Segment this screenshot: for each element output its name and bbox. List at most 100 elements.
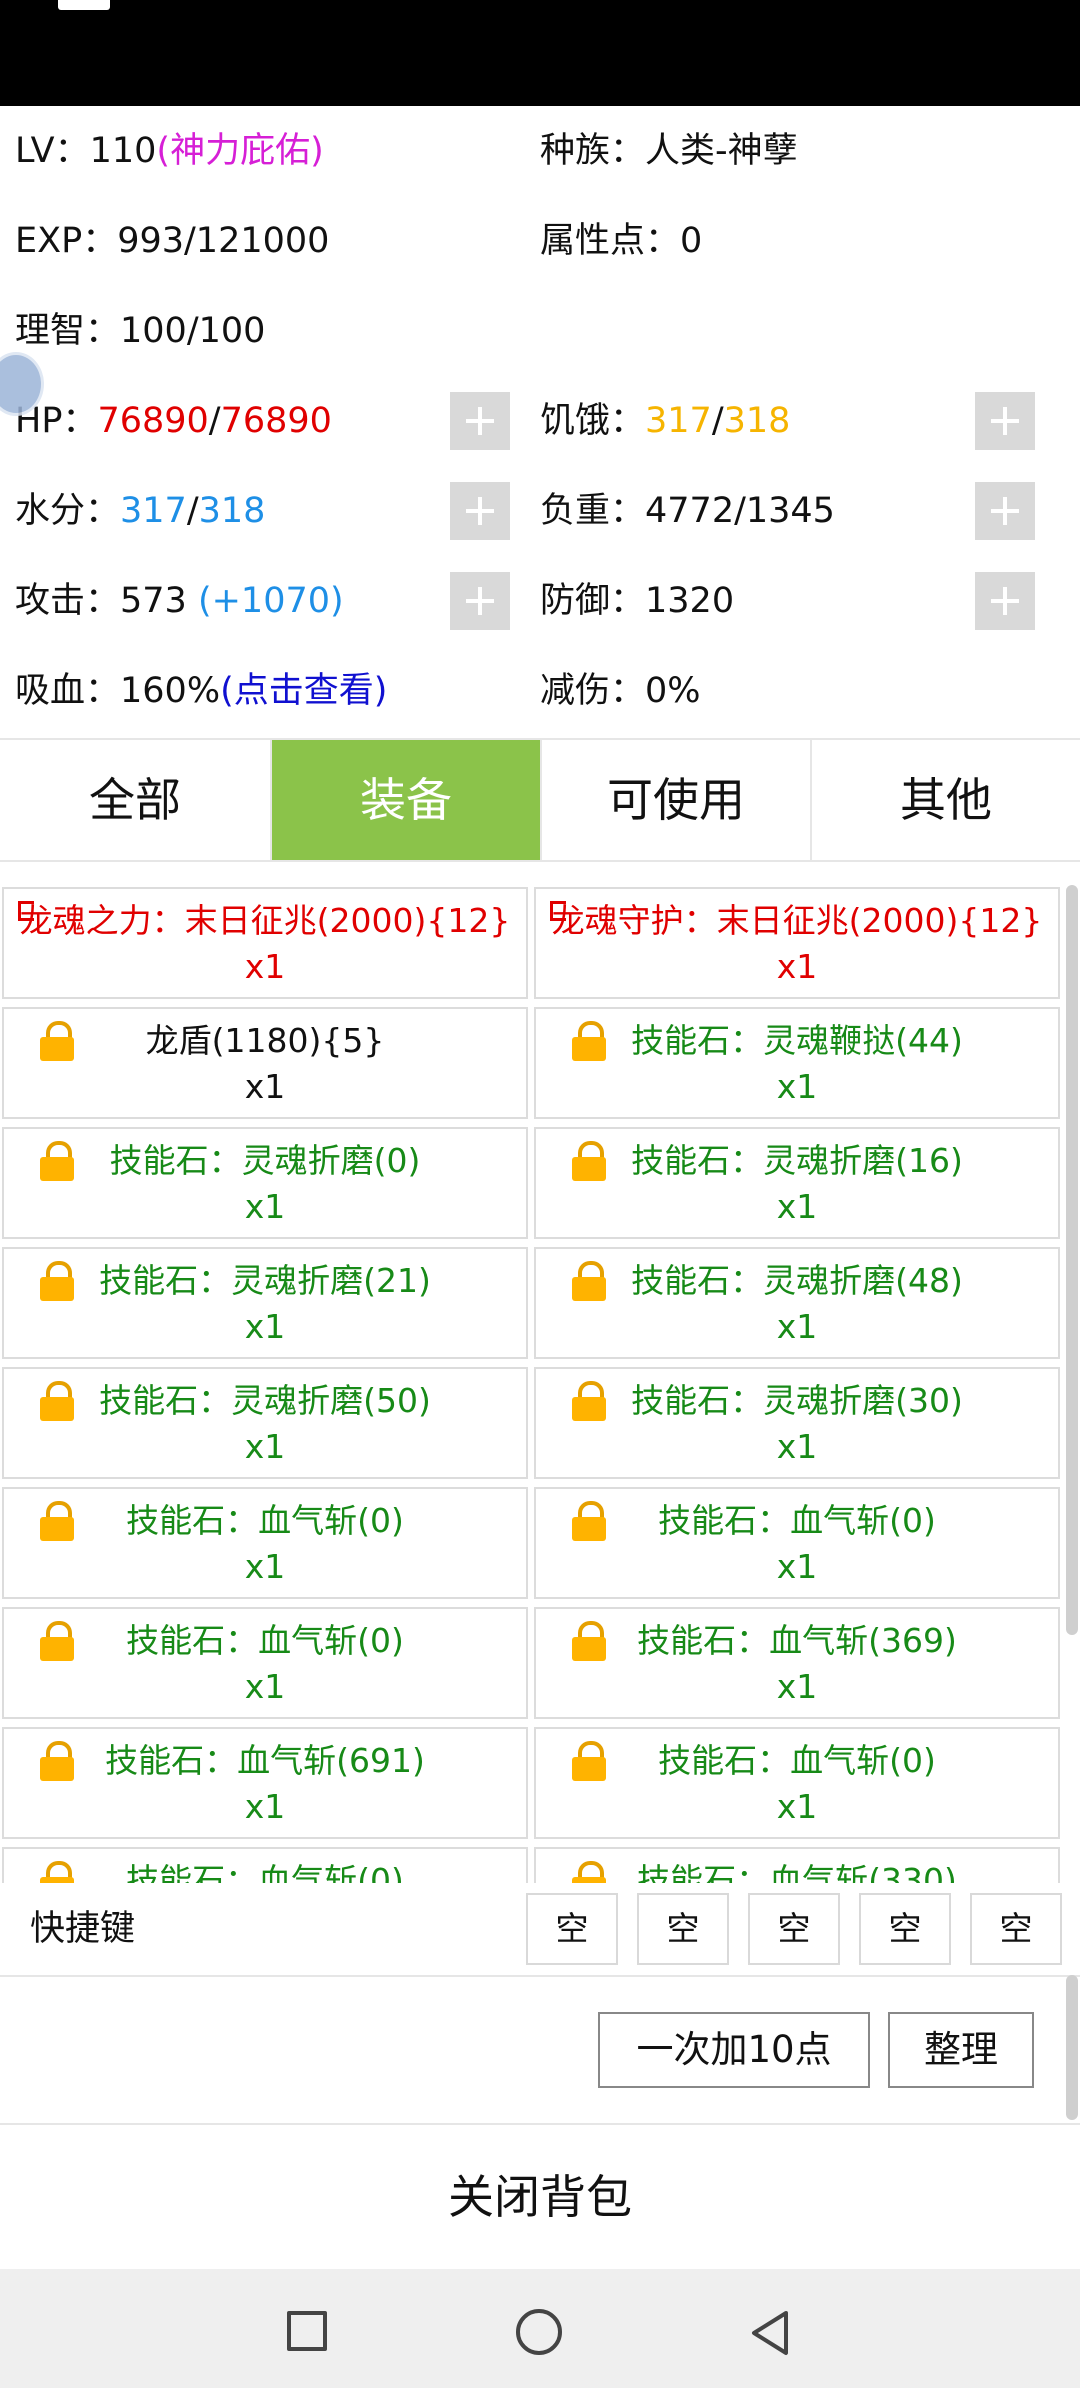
inventory-item[interactable]: 技能石：血气斩(691) x1 (2, 1727, 528, 1839)
stat-load: 负重：4772/1345 (540, 491, 835, 531)
item-name: 技能石：血气斩(0) (658, 1501, 936, 1540)
item-name: 技能石：灵魂折磨(0) (109, 1141, 421, 1180)
buff-label: (神力庇佑) (156, 131, 324, 171)
item-name: 技能石：灵魂折磨(48) (631, 1261, 963, 1300)
shortcut-slot[interactable]: 空 (859, 1893, 951, 1965)
shortcut-title: 快捷键 (30, 1909, 136, 1949)
stat-row: EXP：993/121000 属性点：0 (0, 196, 1080, 286)
home-icon[interactable] (516, 2309, 562, 2355)
stat-row: HP：76890/76890 饥饿：317/318 (0, 376, 1080, 466)
stat-attr-points: 属性点：0 (540, 221, 703, 261)
inventory-item[interactable]: 技能石：血气斩(369) x1 (534, 1607, 1060, 1719)
item-name: 技能石：血气斩(0) (126, 1501, 404, 1540)
tab-usable[interactable]: 可使用 (542, 740, 812, 860)
stat-lv: LV：110(神力庇佑) (15, 131, 324, 171)
item-name: 技能石：灵魂折磨(30) (631, 1381, 963, 1420)
inventory-item[interactable]: 技能石：灵魂折磨(48) x1 (534, 1247, 1060, 1359)
item-qty: x1 (244, 1547, 286, 1586)
stat-defense: 防御：1320 (540, 581, 735, 621)
inventory-item[interactable]: 技能石：灵魂折磨(21) x1 (2, 1247, 528, 1359)
stat-row: 水分：317/318 负重：4772/1345 (0, 466, 1080, 556)
defense-plus-button[interactable] (975, 572, 1035, 630)
item-qty: x1 (776, 1307, 818, 1346)
inventory-item[interactable]: 技能石：血气斩(0) x1 (2, 1487, 528, 1599)
shortcut-bar: 快捷键 空 空 空 空 空 (0, 1883, 1080, 1977)
status-bar (0, 0, 1080, 106)
item-qty: x1 (776, 947, 818, 986)
stat-hp: HP：76890/76890 (15, 401, 332, 441)
shortcut-slot[interactable]: 空 (970, 1893, 1062, 1965)
item-qty: x1 (776, 1427, 818, 1466)
item-name: 技能石：灵魂折磨(16) (631, 1141, 963, 1180)
inventory-item[interactable]: 龙盾(1180){5} x1 (2, 1007, 528, 1119)
item-qty: x1 (244, 1307, 286, 1346)
item-qty: x1 (244, 947, 286, 986)
item-name: 技能石：血气斩(0) (658, 1741, 936, 1780)
item-name: 技能石：血气斩(691) (105, 1741, 425, 1780)
inventory-item[interactable]: 技能石：血气斩(0) x1 (2, 1607, 528, 1719)
stat-row: LV：110(神力庇佑) 种族：人类-神孽 (0, 106, 1080, 196)
stat-attack: 攻击：573 (+1070) (15, 581, 344, 621)
inventory-item[interactable]: 技能石：灵魂折磨(0) x1 (2, 1127, 528, 1239)
stat-water: 水分：317/318 (15, 491, 266, 531)
stat-row: 攻击：573 (+1070) 防御：1320 (0, 556, 1080, 646)
category-tabs: 全部 装备 可使用 其他 (0, 738, 1080, 862)
item-name: 龙盾(1180){5} (145, 1021, 385, 1060)
inventory-item[interactable]: 龙魂之力：末日征兆(2000){12} x1 (2, 887, 528, 999)
tab-equipment[interactable]: 装备 (272, 740, 542, 860)
inventory-item[interactable]: 技能石：灵魂折磨(30) x1 (534, 1367, 1060, 1479)
tab-all[interactable]: 全部 (0, 740, 272, 860)
attack-plus-button[interactable] (450, 572, 510, 630)
stat-reason: 理智：100/100 (15, 311, 266, 351)
inventory-scrollbar[interactable] (1066, 885, 1078, 1635)
add-10-points-button[interactable]: 一次加10点 (598, 2012, 870, 2088)
shortcut-slot[interactable]: 空 (526, 1893, 618, 1965)
inventory-grid: 龙魂之力：末日征兆(2000){12} x1 龙魂守护：末日征兆(2000){1… (0, 885, 1064, 1883)
item-name: 技能石：血气斩(330) (637, 1861, 957, 1883)
back-icon[interactable] (748, 2309, 792, 2357)
item-qty: x1 (244, 1187, 286, 1226)
hunger-plus-button[interactable] (975, 392, 1035, 450)
recent-apps-icon[interactable] (287, 2311, 327, 2351)
item-qty: x1 (776, 1067, 818, 1106)
inventory-item[interactable]: 技能石：灵魂折磨(16) x1 (534, 1127, 1060, 1239)
lifesteal-details-link[interactable]: (点击查看) (220, 671, 387, 711)
item-qty: x1 (244, 1427, 286, 1466)
hp-plus-button[interactable] (450, 392, 510, 450)
stat-row: 吸血：160%(点击查看) 减伤：0% (0, 646, 1080, 736)
stat-lifesteal: 吸血：160%(点击查看) (15, 671, 388, 711)
sort-button[interactable]: 整理 (888, 2012, 1034, 2088)
stat-row: 理智：100/100 (0, 286, 1080, 376)
item-qty: x1 (244, 1667, 286, 1706)
item-name: 技能石：血气斩(0) (126, 1861, 404, 1883)
item-qty: x1 (244, 1067, 286, 1106)
item-qty: x1 (776, 1787, 818, 1826)
item-name: 技能石：血气斩(0) (126, 1621, 404, 1660)
item-name: 技能石：血气斩(369) (637, 1621, 957, 1660)
status-icon (58, 0, 110, 10)
stat-damage-reduction: 减伤：0% (540, 671, 701, 711)
inventory-item[interactable]: 技能石：灵魂鞭挞(44) x1 (534, 1007, 1060, 1119)
tab-other[interactable]: 其他 (812, 740, 1080, 860)
stat-exp: EXP：993/121000 (15, 221, 330, 261)
inventory-item[interactable]: 龙魂守护：末日征兆(2000){12} x1 (534, 887, 1060, 999)
inventory-item[interactable]: 技能石：血气斩(0) x1 (534, 1727, 1060, 1839)
item-qty: x1 (776, 1667, 818, 1706)
system-nav-bar (0, 2269, 1080, 2388)
inventory-item[interactable]: 技能石：血气斩(330) (534, 1847, 1060, 1883)
item-name: 龙魂之力：末日征兆(2000){12} (19, 901, 511, 940)
inventory-item[interactable]: 技能石：血气斩(0) x1 (534, 1487, 1060, 1599)
shortcut-slot[interactable]: 空 (748, 1893, 840, 1965)
shortcut-slot[interactable]: 空 (637, 1893, 729, 1965)
item-name: 技能石：灵魂折磨(21) (99, 1261, 431, 1300)
inventory-item[interactable]: 技能石：血气斩(0) (2, 1847, 528, 1883)
water-plus-button[interactable] (450, 482, 510, 540)
load-plus-button[interactable] (975, 482, 1035, 540)
item-name: 技能石：灵魂折磨(50) (99, 1381, 431, 1420)
page-scrollbar[interactable] (1066, 1975, 1078, 2120)
close-bag-button[interactable]: 关闭背包 (0, 2125, 1080, 2269)
item-name: 龙魂守护：末日征兆(2000){12} (551, 901, 1043, 940)
stat-hunger: 饥饿：317/318 (540, 401, 791, 441)
inventory-item[interactable]: 技能石：灵魂折磨(50) x1 (2, 1367, 528, 1479)
stat-race: 种族：人类-神孽 (540, 131, 798, 171)
